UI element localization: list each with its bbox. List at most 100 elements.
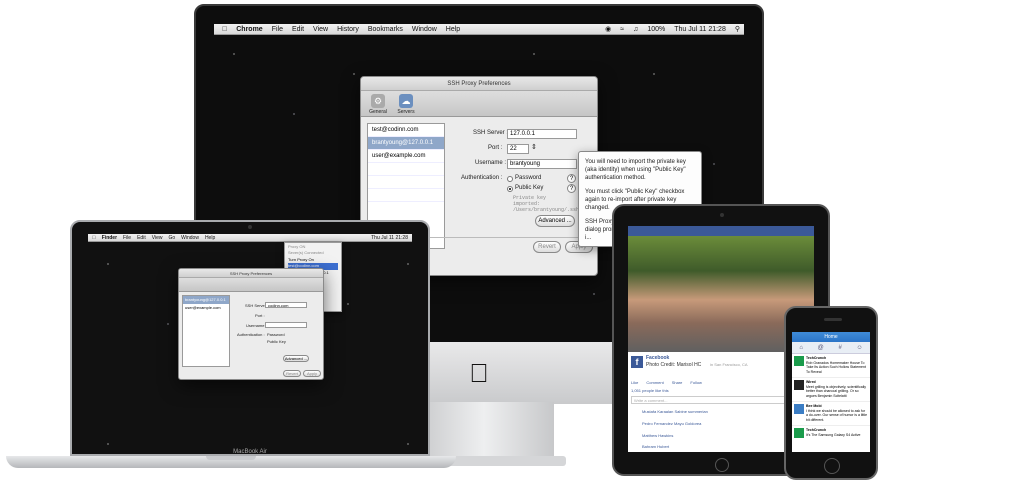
menu-edit[interactable]: Edit: [292, 26, 304, 33]
revert-button[interactable]: Revert: [283, 370, 301, 377]
server-item-selected[interactable]: brantyoung@127.0.0.1: [368, 137, 444, 150]
window-title: SSH Proxy Preferences: [361, 77, 597, 91]
share-link[interactable]: Share: [672, 380, 683, 385]
apple-menu-icon[interactable]: : [92, 235, 96, 241]
key-status-text: Private key imported: /Users/brantyoung/…: [513, 195, 598, 213]
macbook-camera: [248, 225, 252, 229]
iphone-home-button[interactable]: [824, 458, 840, 474]
tweet-text: Rob Granados Homemaker House To Take Its…: [806, 360, 866, 374]
comment-item: Mustafa Karaalan Sabine summerian: [642, 409, 708, 414]
menu-edit[interactable]: Edit: [137, 235, 146, 241]
revert-button[interactable]: Revert: [533, 241, 561, 253]
tab-general[interactable]: ⚙ General: [367, 94, 389, 115]
me-tab-icon[interactable]: ☺: [856, 342, 862, 353]
menu-bookmarks[interactable]: Bookmarks: [368, 26, 403, 33]
server-list[interactable]: brantyoung@127.0.0.1 user@example.com: [182, 295, 230, 367]
avatar: [794, 356, 804, 366]
username-input[interactable]: brantyoung: [507, 159, 577, 169]
menu-view[interactable]: View: [313, 26, 328, 33]
username-label: Username :: [475, 160, 507, 166]
tweet-item[interactable]: Bee Mobi I think we should be allowed to …: [792, 402, 870, 426]
tweet-text: I think we should be allowed to ask for …: [806, 408, 868, 422]
port-label: Port :: [488, 145, 503, 151]
password-radio[interactable]: [507, 176, 513, 182]
servers-icon: ☁: [399, 94, 413, 108]
tweet-user: TechCrunch: [806, 356, 827, 360]
menu-window[interactable]: Window: [412, 26, 437, 33]
comment-link[interactable]: Comment: [646, 380, 663, 385]
menu-clock[interactable]: Thu Jul 11 21:28: [674, 26, 726, 33]
tab-general-label: General: [369, 109, 387, 115]
server-list-empty-row: [368, 189, 444, 202]
menu-window[interactable]: Window: [181, 235, 199, 241]
page-title[interactable]: Facebook: [646, 355, 669, 361]
username-input[interactable]: [265, 322, 307, 328]
menu-app[interactable]: Finder: [102, 235, 117, 241]
server-item-selected[interactable]: brantyoung@127.0.0.1: [183, 296, 229, 304]
server-item[interactable]: user@example.com: [183, 304, 229, 312]
ssh-proxy-preferences-window: SSH Proxy Preferences brantyoung@127.0.0…: [178, 268, 324, 380]
apple-menu-icon[interactable]: : [222, 26, 227, 33]
port-stepper-icon[interactable]: ⇕: [531, 143, 537, 151]
advanced-button[interactable]: Advanced ...: [535, 215, 575, 227]
tweet-user: Bee Mobi: [806, 404, 822, 408]
tab-servers-label: Servers: [397, 109, 415, 115]
wifi-icon[interactable]: ≈: [620, 26, 624, 33]
port-label: Port :: [255, 313, 265, 318]
preferences-toolbar: [179, 278, 323, 292]
follow-link[interactable]: Follow: [690, 380, 702, 385]
general-icon: ⚙: [371, 94, 385, 108]
imac-menubar:  Chrome File Edit View History Bookmark…: [214, 24, 744, 35]
tweet-user: Wired: [806, 380, 816, 384]
authentication-label: Authentication :: [461, 175, 503, 181]
menu-history[interactable]: History: [337, 26, 359, 33]
public-key-label[interactable]: Public Key: [267, 339, 286, 344]
tweet-item[interactable]: Wired Meet grilling is objectively, scien…: [792, 378, 870, 402]
volume-icon[interactable]: ♫: [633, 26, 638, 33]
tab-servers[interactable]: ☁ Servers: [395, 94, 417, 115]
advanced-button[interactable]: Advanced ...: [283, 355, 309, 362]
post-meta: in San Francisco, CA: [710, 362, 748, 367]
home-tab-icon[interactable]: ⌂: [799, 342, 803, 353]
menu-app[interactable]: Chrome: [236, 26, 262, 33]
comment-item: Matthew Hawkins: [642, 433, 674, 438]
menu-help[interactable]: Help: [205, 235, 215, 241]
menu-clock[interactable]: Thu Jul 11 21:28: [371, 235, 412, 241]
like-link[interactable]: Like: [631, 380, 638, 385]
menu-go[interactable]: Go: [168, 235, 175, 241]
avatar: [794, 380, 804, 390]
spotlight-icon[interactable]: ⚲: [735, 25, 744, 33]
discover-tab-icon[interactable]: #: [838, 342, 841, 353]
server-list-empty-row: [368, 163, 444, 176]
menu-view[interactable]: View: [152, 235, 163, 241]
macbook-menubar:  Finder File Edit View Go Window Help T…: [88, 234, 412, 242]
ssh-server-input[interactable]: 127.0.0.1: [507, 129, 577, 139]
ipad-topbar: [628, 226, 814, 236]
menu-help[interactable]: Help: [446, 26, 460, 33]
screen-title: Home: [824, 334, 838, 340]
post-actions: Like Comment Share Follow: [631, 380, 702, 385]
help-icon[interactable]: ?: [567, 174, 576, 183]
comment-item: Pedro Fernandez Mayu Goldorea: [642, 421, 702, 426]
battery-label[interactable]: 100%: [647, 26, 665, 33]
public-key-radio[interactable]: [507, 186, 513, 192]
tweet-text: It's The Samsung Galaxy S4 Active: [806, 432, 861, 437]
apply-button[interactable]: Apply: [303, 370, 321, 377]
likes-count[interactable]: 1,051 people like this: [631, 388, 669, 393]
public-key-label: Public Key: [515, 185, 544, 191]
authentication-label: Authentication :: [237, 332, 265, 337]
port-input[interactable]: 22: [507, 144, 529, 154]
menu-file[interactable]: File: [272, 26, 283, 33]
server-item[interactable]: user@example.com: [368, 150, 444, 163]
menu-file[interactable]: File: [123, 235, 131, 241]
tweet-item[interactable]: TechCrunch Rob Granados Homemaker House T…: [792, 354, 870, 378]
password-label[interactable]: Password: [267, 332, 285, 337]
connect-tab-icon[interactable]: @: [818, 342, 824, 353]
server-item[interactable]: test@codinn.com: [368, 124, 444, 137]
ssh-server-input[interactable]: codinn.com: [265, 302, 307, 308]
help-icon[interactable]: ?: [567, 184, 576, 193]
tweet-item[interactable]: TechCrunch It's The Samsung Galaxy S4 Act…: [792, 426, 870, 450]
ipad-home-button[interactable]: [715, 458, 729, 472]
ssh-proxy-status-icon[interactable]: ◉: [605, 25, 611, 33]
username-label: Username :: [246, 323, 267, 328]
